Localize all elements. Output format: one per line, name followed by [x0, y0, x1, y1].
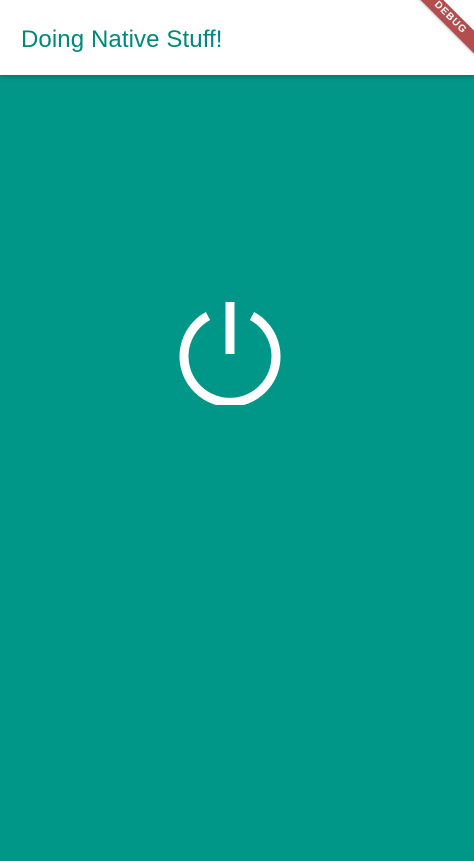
debug-banner-label: DEBUG — [414, 0, 474, 60]
page-title: Doing Native Stuff! — [21, 26, 223, 53]
debug-banner: DEBUG — [414, 0, 474, 60]
app-bar: Doing Native Stuff! — [0, 0, 474, 75]
power-button[interactable] — [174, 297, 286, 405]
main-content — [0, 75, 474, 861]
power-icon — [179, 302, 281, 405]
